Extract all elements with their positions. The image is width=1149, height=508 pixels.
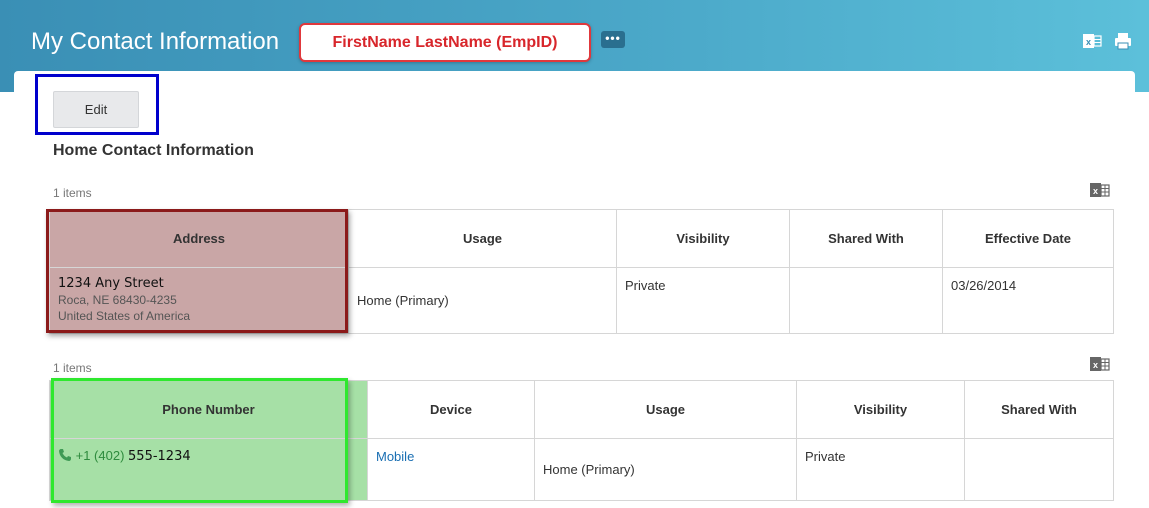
related-actions-button[interactable]: ••• [601, 31, 625, 48]
column-header-effective-date[interactable]: Effective Date [942, 209, 1114, 268]
phone-items-count: 1 items [53, 361, 92, 375]
column-header-shared-with[interactable]: Shared With [789, 209, 943, 268]
print-icon[interactable] [1113, 31, 1133, 51]
address-items-count: 1 items [53, 186, 92, 200]
usage-cell: Home (Primary) [534, 438, 797, 501]
excel-export-icon[interactable]: x [1090, 355, 1110, 374]
effective-date-cell: 03/26/2014 [942, 267, 1114, 334]
column-header-device[interactable]: Device [367, 380, 535, 439]
edit-highlight-box [35, 74, 159, 135]
phone-highlight-box [51, 378, 348, 503]
visibility-cell: Private [616, 267, 790, 334]
column-header-shared-with[interactable]: Shared With [964, 380, 1114, 439]
device-cell: Mobile [367, 438, 535, 501]
svg-text:x: x [1093, 186, 1098, 196]
excel-export-icon[interactable]: x [1090, 181, 1110, 200]
shared-with-cell [789, 267, 943, 334]
device-link[interactable]: Mobile [376, 449, 414, 464]
address-highlight-box [46, 209, 348, 333]
usage-cell: Home (Primary) [348, 267, 617, 334]
section-title: Home Contact Information [53, 142, 254, 159]
column-header-visibility[interactable]: Visibility [616, 209, 790, 268]
column-header-usage[interactable]: Usage [348, 209, 617, 268]
worker-name-callout: FirstName LastName (EmpID) [299, 23, 591, 62]
visibility-cell: Private [796, 438, 965, 501]
column-header-visibility[interactable]: Visibility [796, 380, 965, 439]
excel-export-icon[interactable]: x [1082, 31, 1102, 51]
svg-text:x: x [1093, 360, 1098, 370]
shared-with-cell [964, 438, 1114, 501]
svg-text:x: x [1086, 37, 1091, 47]
page-title: My Contact Information [31, 28, 280, 55]
column-header-usage[interactable]: Usage [534, 380, 797, 439]
